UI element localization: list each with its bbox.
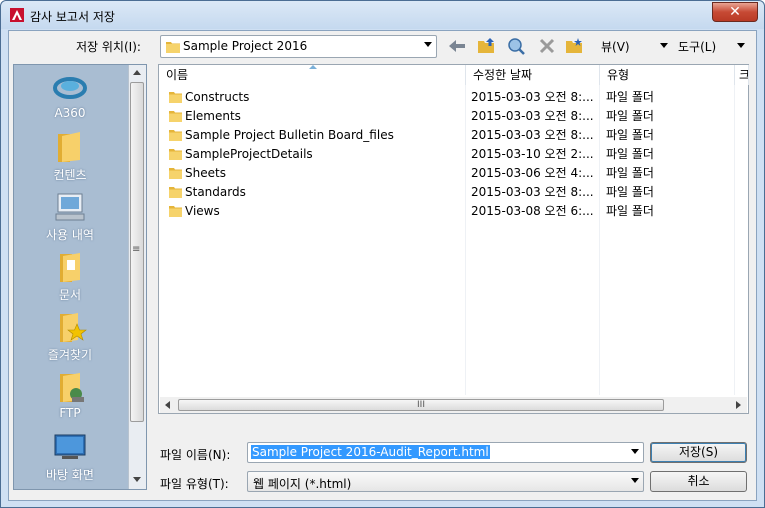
filename-input[interactable]: Sample Project 2016-Audit_Report.html	[247, 442, 644, 463]
chevron-down-icon[interactable]	[631, 449, 639, 454]
horizontal-scroll-thumb[interactable]: III	[178, 399, 664, 411]
column-date[interactable]: 수정한 날짜	[466, 65, 600, 85]
search-web-icon[interactable]	[506, 37, 526, 55]
save-button[interactable]: 저장(S)	[650, 442, 747, 463]
file-name: SampleProjectDetails	[185, 147, 313, 161]
location-value: Sample Project 2016	[183, 39, 308, 53]
folder-icon	[169, 206, 182, 217]
place-ftp[interactable]: FTP	[14, 370, 126, 420]
scroll-right-icon[interactable]	[736, 401, 741, 409]
file-name: Sheets	[185, 166, 226, 180]
file-type: 파일 폴더	[606, 128, 654, 142]
file-row[interactable]: Sheets 2015-03-06 오전 4:... 파일 폴더	[159, 164, 735, 183]
file-date: 2015-03-06 오전 4:...	[471, 166, 594, 180]
desktop-icon	[54, 434, 86, 459]
filetype-label: 파일 유형(T):	[160, 477, 229, 491]
file-date: 2015-03-03 오전 8:...	[471, 90, 594, 104]
chevron-down-icon[interactable]	[631, 478, 639, 483]
views-menu[interactable]: 뷰(V)	[601, 38, 630, 55]
filetype-select[interactable]: 웹 페이지 (*.html)	[247, 471, 644, 492]
close-button[interactable]: ✕	[712, 2, 758, 22]
filename-label: 파일 이름(N):	[160, 448, 231, 462]
place-favorites[interactable]: 즐겨찾기	[14, 310, 126, 363]
places-scroll-down-icon[interactable]	[133, 477, 141, 482]
file-type: 파일 폴더	[606, 109, 654, 123]
horizontal-scrollbar[interactable]: III	[160, 397, 747, 413]
file-name: Standards	[185, 185, 246, 199]
place-a360[interactable]: A360	[14, 70, 126, 120]
window-title: 감사 보고서 저장	[30, 10, 115, 24]
autocad-app-icon	[10, 8, 24, 22]
documents-icon	[60, 253, 80, 282]
places-scroll-thumb[interactable]: ≡	[130, 82, 144, 422]
place-contents[interactable]: 컨텐츠	[14, 130, 126, 183]
cancel-button[interactable]: 취소	[650, 471, 747, 492]
file-row[interactable]: Constructs 2015-03-03 오전 8:... 파일 폴더	[159, 88, 735, 107]
file-row[interactable]: Elements 2015-03-03 오전 8:... 파일 폴더	[159, 107, 735, 126]
grip-icon: ≡	[132, 244, 141, 255]
file-type: 파일 폴더	[606, 166, 654, 180]
column-type[interactable]: 유형	[600, 65, 735, 85]
file-name: Sample Project Bulletin Board_files	[185, 128, 394, 142]
folder-icon	[169, 92, 182, 103]
ftp-icon	[60, 373, 84, 402]
up-folder-icon[interactable]	[476, 37, 496, 55]
folder-icon	[169, 149, 182, 160]
views-dropdown-icon[interactable]	[660, 43, 668, 48]
folder-icon	[166, 42, 180, 53]
file-row[interactable]: Sample Project Bulletin Board_files 2015…	[159, 126, 735, 145]
file-name: Elements	[185, 109, 241, 123]
favorites-icon	[60, 313, 87, 342]
file-date: 2015-03-03 오전 8:...	[471, 128, 594, 142]
file-date: 2015-03-03 오전 8:...	[471, 109, 594, 123]
folder-icon	[169, 168, 182, 179]
file-date: 2015-03-03 오전 8:...	[471, 185, 594, 199]
delete-icon[interactable]	[537, 37, 557, 55]
scroll-left-icon[interactable]	[165, 401, 170, 409]
column-size[interactable]: 크	[735, 65, 749, 85]
file-row[interactable]: Standards 2015-03-03 오전 8:... 파일 폴더	[159, 183, 735, 202]
chevron-down-icon	[424, 42, 432, 47]
file-row[interactable]: SampleProjectDetails 2015-03-10 오전 2:...…	[159, 145, 735, 164]
location-label: 저장 위치(I):	[76, 40, 141, 54]
file-type: 파일 폴더	[606, 147, 654, 161]
filetype-value: 웹 페이지 (*.html)	[253, 477, 352, 491]
place-documents[interactable]: 문서	[14, 250, 126, 303]
tools-menu[interactable]: 도구(L)	[678, 38, 716, 55]
filename-value[interactable]: Sample Project 2016-Audit_Report.html	[251, 445, 490, 459]
file-type: 파일 폴더	[606, 90, 654, 104]
a360-icon	[53, 77, 87, 99]
file-type: 파일 폴더	[606, 185, 654, 199]
file-name: Constructs	[185, 90, 250, 104]
place-history[interactable]: 사용 내역	[14, 190, 126, 243]
file-type: 파일 폴더	[606, 204, 654, 218]
back-icon[interactable]	[447, 37, 467, 55]
file-name: Views	[185, 204, 220, 218]
tools-dropdown-icon[interactable]	[737, 43, 745, 48]
place-desktop[interactable]: 바탕 화면	[14, 430, 126, 483]
file-date: 2015-03-10 오전 2:...	[471, 147, 594, 161]
folder-icon	[169, 187, 182, 198]
places-scroll-up-icon[interactable]	[133, 70, 141, 75]
file-list: 이름 수정한 날짜 유형 크 Constructs 2015-03-03 오전 …	[158, 64, 749, 414]
history-icon	[55, 193, 85, 221]
new-folder-icon[interactable]	[564, 37, 584, 55]
folder-icon	[169, 111, 182, 122]
file-date: 2015-03-08 오전 6:...	[471, 204, 594, 218]
title-bar[interactable]: 감사 보고서 저장 ✕	[1, 1, 764, 29]
file-row[interactable]: Views 2015-03-08 오전 6:... 파일 폴더	[159, 202, 735, 221]
sort-ascending-icon	[309, 65, 317, 69]
folder-icon	[169, 130, 182, 141]
location-combo[interactable]: Sample Project 2016	[160, 35, 437, 58]
folder-icon	[58, 132, 80, 162]
